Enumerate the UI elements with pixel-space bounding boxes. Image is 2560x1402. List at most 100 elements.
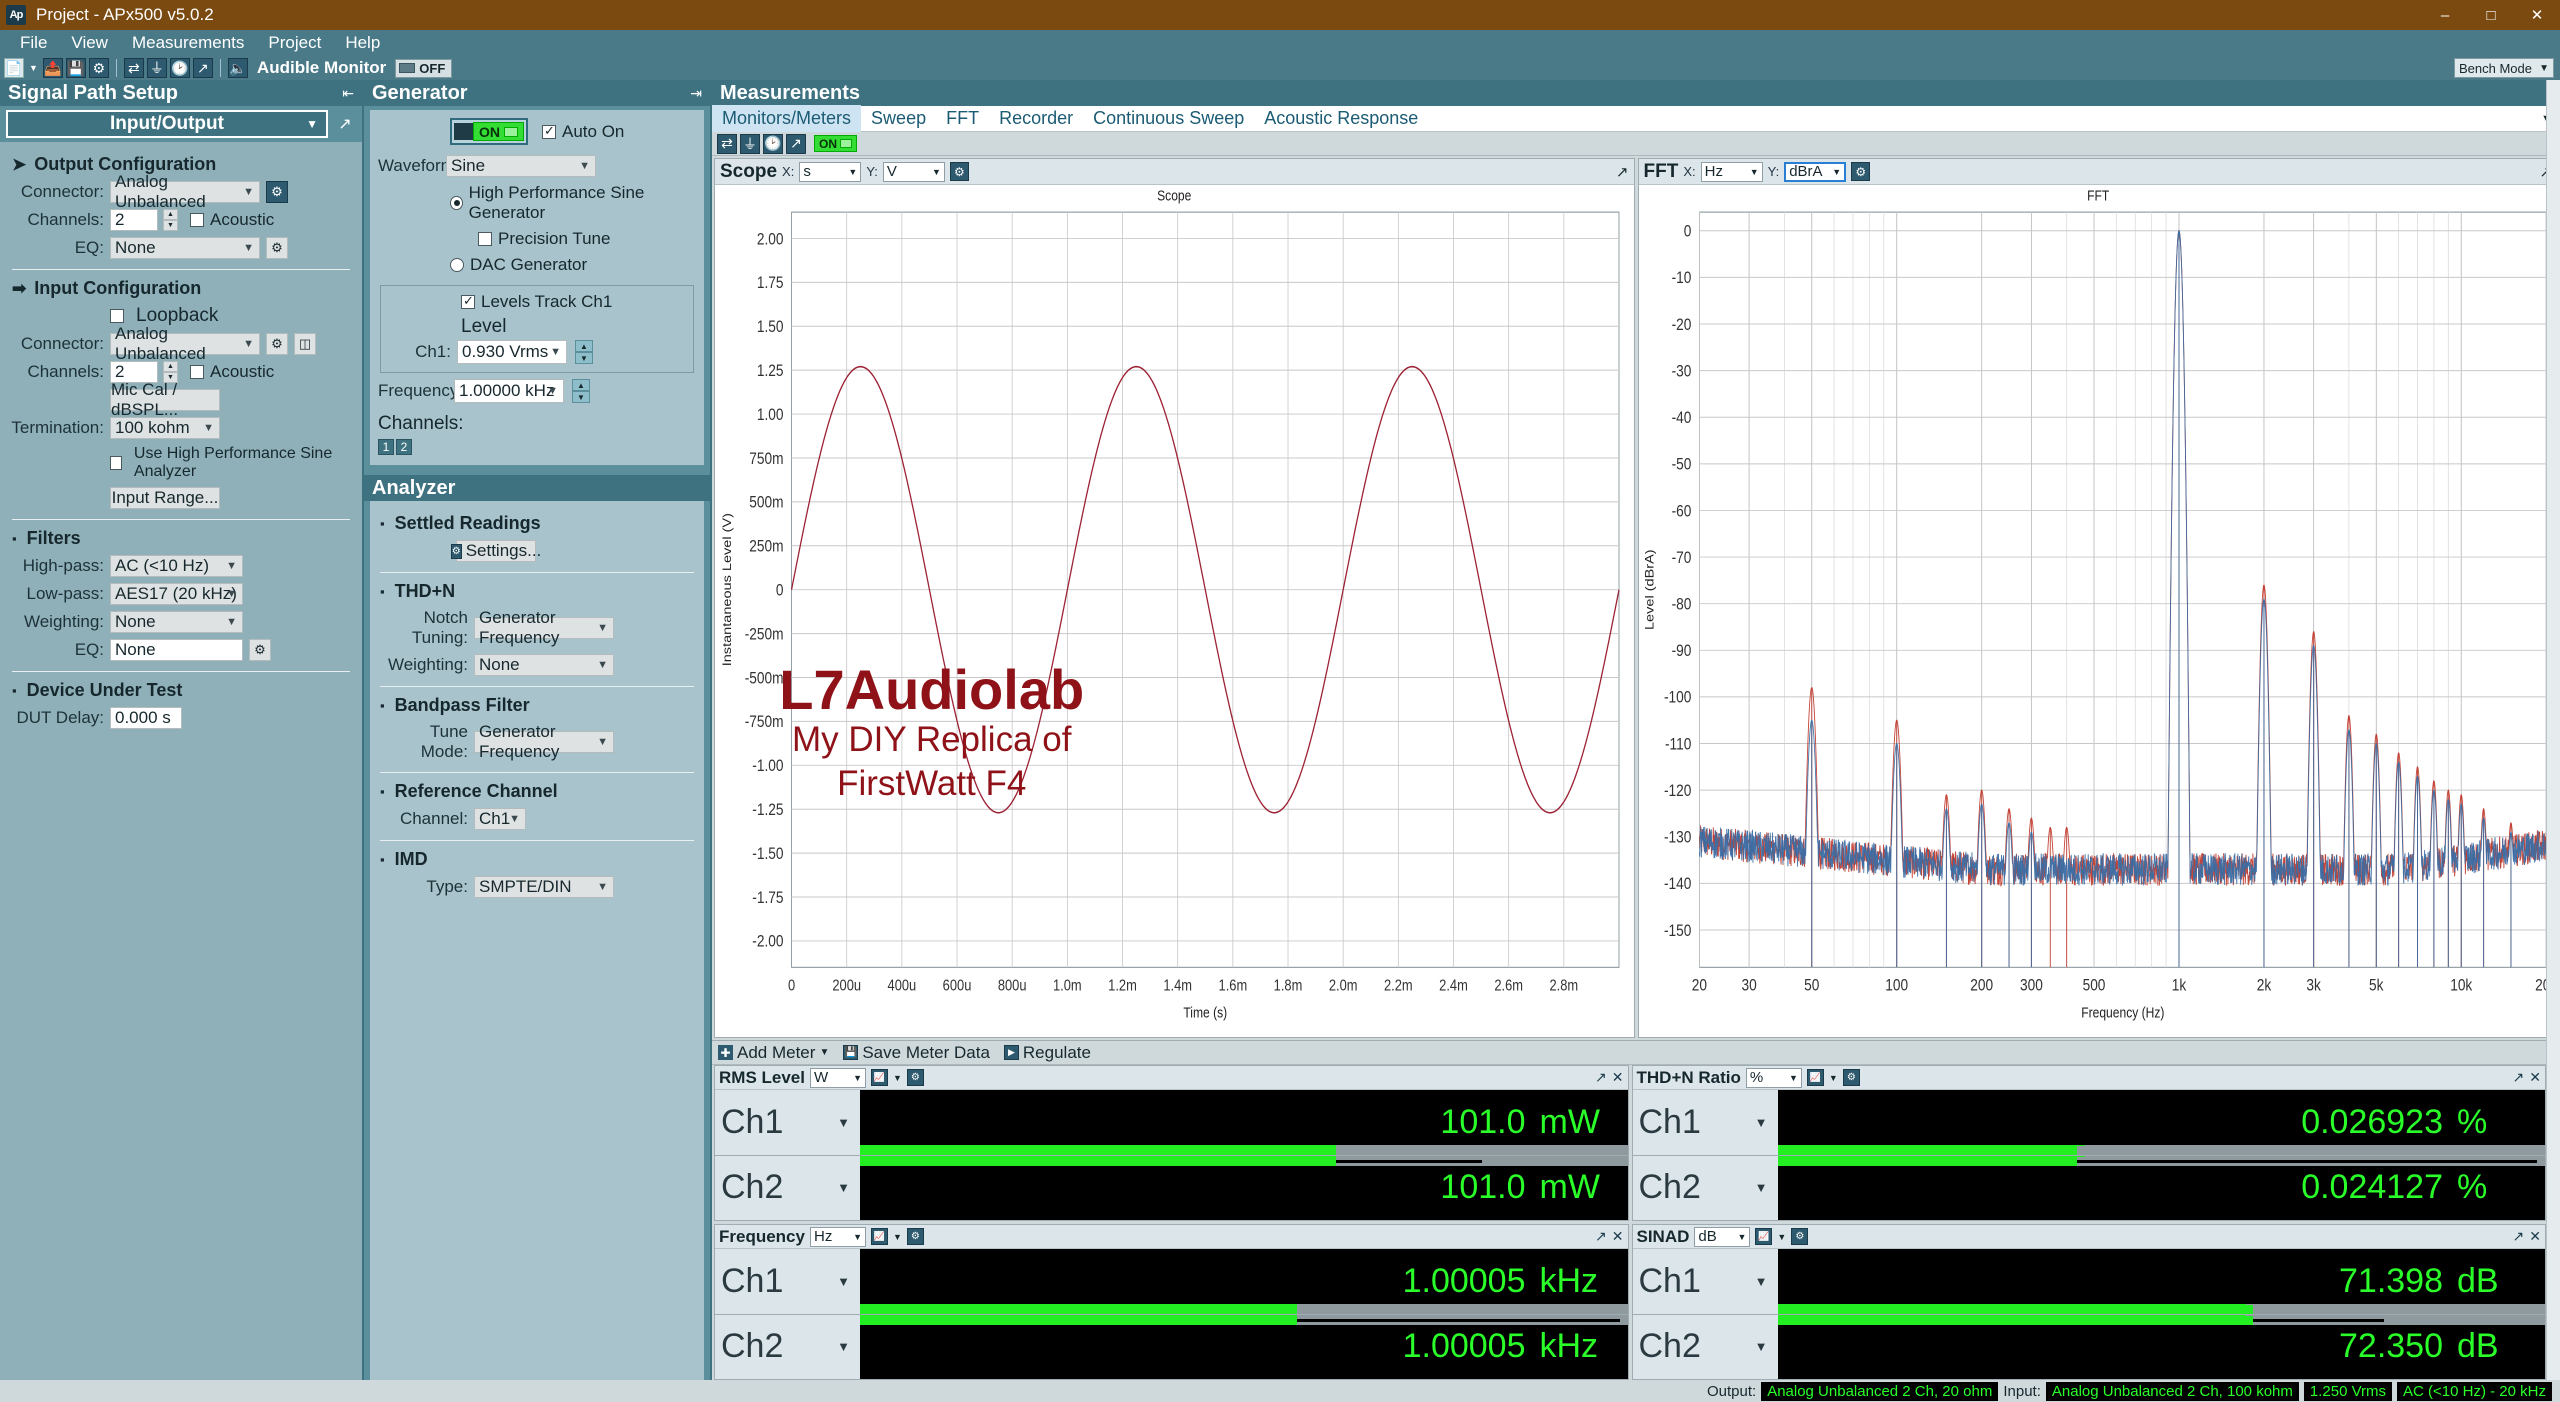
meter-popout-icon[interactable]: ↗ — [1595, 1228, 1607, 1245]
generator-on-toggle[interactable]: ON — [450, 118, 528, 145]
meter-close-icon[interactable]: ✕ — [1612, 1228, 1624, 1245]
meter-settings-gear-icon[interactable]: ⚙ — [906, 1069, 924, 1086]
menu-help[interactable]: Help — [333, 31, 392, 55]
analyzer-weighting-select[interactable]: None ▼ — [474, 654, 614, 676]
output-channels-input[interactable]: 2 — [110, 209, 158, 231]
close-icon[interactable]: ✕ — [2514, 0, 2560, 30]
fft-y-unit-select[interactable]: dBrA ▼ — [1784, 161, 1847, 182]
meter-graph-icon[interactable]: 📈 — [870, 1069, 888, 1086]
input-range-button[interactable]: Input Range... — [110, 487, 220, 509]
clock-icon[interactable]: 🕑 — [169, 58, 190, 78]
chevron-down-icon[interactable]: ▼ — [893, 1073, 902, 1083]
meter-channel-selector[interactable]: Ch1 ▼ — [715, 1249, 860, 1314]
settled-settings-button[interactable]: ⚙ Settings... — [450, 540, 541, 562]
signal-path-icon[interactable]: ⇄ — [123, 58, 144, 78]
loopback-checkbox[interactable] — [110, 309, 124, 323]
precision-tune-row[interactable]: Precision Tune — [478, 229, 696, 249]
scope-settings-gear-icon[interactable]: ⚙ — [949, 162, 969, 181]
signal-path-selector[interactable]: Input/Output ▼ — [6, 110, 328, 138]
menu-view[interactable]: View — [59, 31, 120, 55]
measurement-on-toggle[interactable]: ON — [814, 135, 857, 152]
auto-on-row[interactable]: Auto On — [542, 122, 624, 142]
channel-tag-1[interactable]: 1 — [378, 439, 394, 455]
tab-continuous-sweep[interactable]: Continuous Sweep — [1083, 105, 1254, 132]
dut-delay-input[interactable]: 0.000 s — [110, 707, 182, 729]
waveform-icon[interactable]: ⏚ — [146, 58, 167, 78]
tab-acoustic-response[interactable]: Acoustic Response — [1254, 105, 1428, 132]
meter-graph-icon[interactable]: 📈 — [1806, 1069, 1824, 1086]
input-connector-select[interactable]: Analog Unbalanced ▼ — [110, 324, 260, 363]
precision-tune-checkbox[interactable] — [478, 232, 492, 246]
tab-sweep[interactable]: Sweep — [861, 105, 936, 132]
hp-sine-analyzer-row[interactable]: Use High Performance Sine Analyzer — [110, 445, 352, 481]
imd-type-select[interactable]: SMPTE/DIN ▼ — [474, 876, 614, 898]
meter-unit-select[interactable]: Hz ▼ — [809, 1226, 866, 1247]
trend-icon[interactable]: ↗ — [192, 58, 213, 78]
minimize-icon[interactable]: – — [2422, 0, 2468, 30]
notch-tuning-select[interactable]: Generator Frequency ▼ — [474, 608, 614, 647]
lowpass-select[interactable]: AES17 (20 kHz) ▼ — [110, 583, 243, 605]
scope-y-unit-select[interactable]: V ▼ — [882, 161, 945, 182]
meter-graph-icon[interactable]: 📈 — [1755, 1228, 1773, 1245]
new-document-dropdown-icon[interactable]: ▼ — [29, 63, 38, 73]
stepper-up-icon[interactable]: ▲ — [572, 379, 590, 391]
meter-graph-icon[interactable]: 📈 — [870, 1228, 888, 1245]
menu-project[interactable]: Project — [256, 31, 333, 55]
hp-sine-generator-row[interactable]: High Performance Sine Generator — [450, 183, 696, 223]
meter-unit-select[interactable]: % ▼ — [1745, 1067, 1802, 1088]
output-eq-select[interactable]: None ▼ — [110, 237, 260, 259]
meter-unit-select[interactable]: dB ▼ — [1694, 1226, 1751, 1247]
output-connector-settings-icon[interactable]: ⚙ — [266, 181, 288, 203]
tab-fft[interactable]: FFT — [936, 105, 989, 132]
dac-generator-row[interactable]: DAC Generator — [450, 255, 696, 275]
tab-monitors-meters[interactable]: Monitors/Meters — [712, 105, 862, 132]
meter-channel-selector[interactable]: Ch1 ▼ — [1633, 1249, 1778, 1314]
fft-x-unit-select[interactable]: Hz ▼ — [1700, 161, 1763, 182]
filters-eq-select[interactable]: None — [110, 639, 243, 661]
chevron-down-icon[interactable]: ▼ — [1777, 1232, 1786, 1242]
settings-gear-icon[interactable]: ⚙ — [88, 58, 109, 78]
ch1-level-input[interactable]: 0.930 Vrms ▼ — [457, 340, 567, 364]
chevron-down-icon[interactable]: ▼ — [893, 1232, 902, 1242]
trend-icon[interactable]: ↗ — [786, 133, 806, 154]
meters-scrollbar[interactable] — [2546, 80, 2560, 1380]
audible-monitor-toggle[interactable]: OFF — [395, 58, 453, 78]
tab-recorder[interactable]: Recorder — [989, 105, 1083, 132]
input-channels-input[interactable]: 2 — [110, 361, 158, 383]
meter-channel-selector[interactable]: Ch1 ▼ — [1633, 1090, 1778, 1155]
hp-sine-generator-radio[interactable] — [450, 196, 463, 210]
save-icon[interactable]: 💾 — [65, 58, 86, 78]
termination-select[interactable]: 100 kohm ▼ — [110, 417, 220, 439]
open-project-icon[interactable]: 📤 — [42, 58, 63, 78]
clock-icon[interactable]: 🕑 — [763, 133, 783, 154]
meter-channel-selector[interactable]: Ch2 ▼ — [1633, 1156, 1778, 1221]
stepper-up-icon[interactable]: ▲ — [575, 340, 593, 352]
mic-cal-button[interactable]: Mic Cal / dBSPL... — [110, 380, 220, 419]
maximize-icon[interactable]: □ — [2468, 0, 2514, 30]
output-acoustic-checkbox[interactable] — [190, 213, 204, 227]
reference-channel-select[interactable]: Ch1 ▼ — [474, 808, 526, 830]
meter-channel-selector[interactable]: Ch2 ▼ — [1633, 1315, 1778, 1380]
meter-settings-gear-icon[interactable]: ⚙ — [1791, 1228, 1809, 1245]
input-acoustic-row[interactable]: Acoustic — [190, 362, 274, 382]
new-document-icon[interactable]: 📄 — [4, 58, 24, 78]
menu-file[interactable]: File — [8, 31, 59, 55]
add-meter-button[interactable]: ✚ Add Meter ▼ — [718, 1043, 829, 1063]
collapse-panel-icon[interactable]: ⇤ — [342, 85, 354, 102]
frequency-stepper[interactable]: ▲ ▼ — [572, 379, 590, 403]
output-connector-select[interactable]: Analog Unbalanced ▼ — [110, 172, 260, 211]
meter-channel-selector[interactable]: Ch1 ▼ — [715, 1090, 860, 1155]
output-channels-stepper[interactable]: ▲ ▼ — [163, 209, 178, 231]
speaker-icon[interactable]: 🔈 — [227, 58, 248, 78]
meter-close-icon[interactable]: ✕ — [2529, 1228, 2541, 1245]
waveform-icon[interactable]: ⏚ — [740, 133, 760, 154]
stepper-down-icon[interactable]: ▼ — [572, 391, 590, 403]
filters-eq-settings-icon[interactable]: ⚙ — [249, 639, 271, 661]
hp-sine-analyzer-checkbox[interactable] — [110, 456, 122, 470]
save-meter-data-button[interactable]: 💾 Save Meter Data — [843, 1043, 990, 1063]
levels-track-checkbox[interactable] — [461, 293, 475, 309]
levels-track-row[interactable]: Levels Track Ch1 — [461, 292, 685, 312]
input-connector-settings-icon[interactable]: ⚙ — [266, 333, 288, 355]
meter-close-icon[interactable]: ✕ — [2529, 1069, 2541, 1086]
collapse-generator-icon[interactable]: ⇥ — [690, 85, 702, 102]
